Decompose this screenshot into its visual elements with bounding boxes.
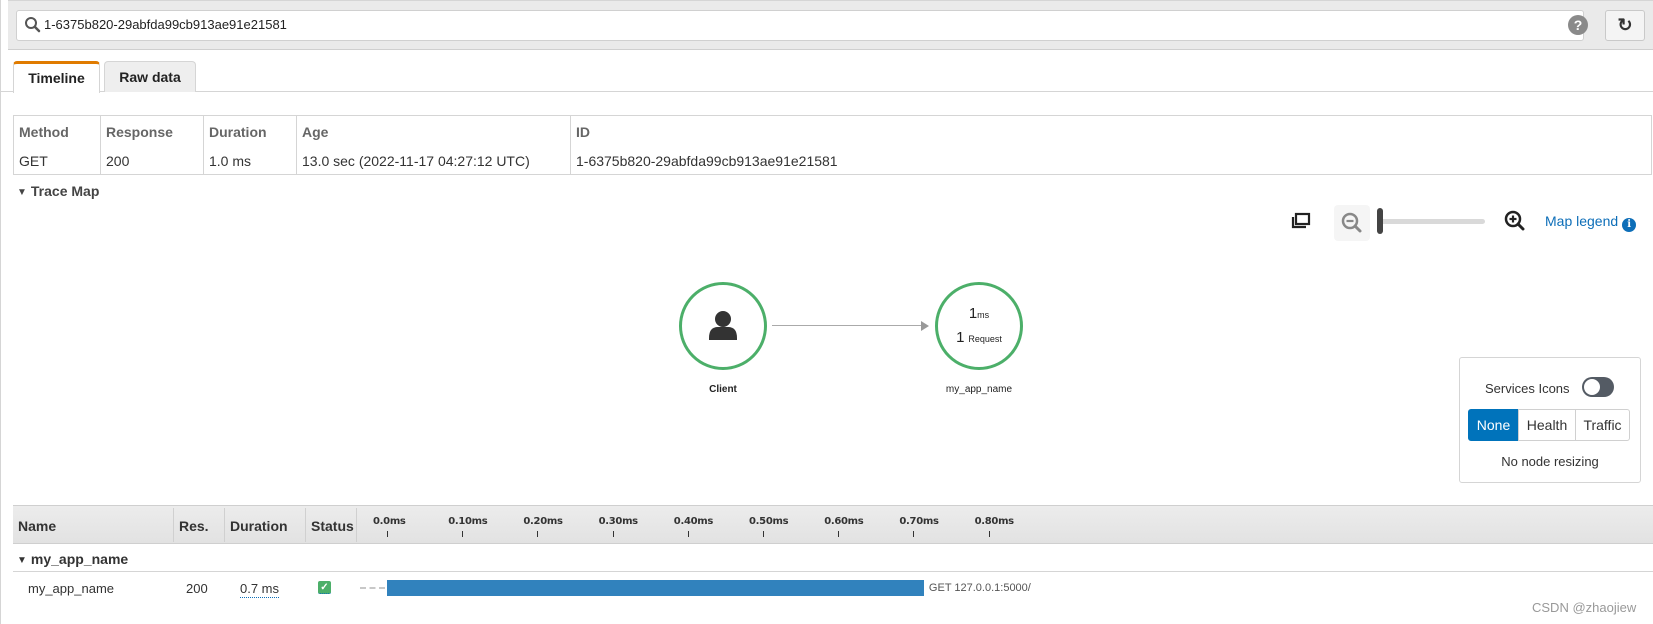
map-legend-link[interactable]: Map legend i xyxy=(1545,213,1637,232)
watermark: CSDN @zhaojiew xyxy=(1532,600,1637,615)
map-node-client[interactable] xyxy=(679,282,767,370)
requests-unit: Request xyxy=(968,334,1002,344)
page-border xyxy=(0,0,1,624)
trace-map-toggle[interactable]: ▼ Trace Map xyxy=(17,183,99,199)
summary-col-duration: Duration 1.0 ms xyxy=(203,116,296,174)
node-requests: 1 Request xyxy=(938,329,1020,346)
summary-header: Method xyxy=(19,124,69,140)
summary-col-age: Age 13.0 sec (2022-11-17 04:27:12 UTC) xyxy=(296,116,570,174)
toggle-knob xyxy=(1584,379,1600,395)
summary-value: 1.0 ms xyxy=(209,153,252,169)
tick-label: 0.10ms xyxy=(448,516,488,527)
summary-value: 1-6375b820-29abfda99cb913ae91e21581 xyxy=(576,153,838,169)
summary-col-response: Response 200 xyxy=(100,116,203,174)
node-label-client: Client xyxy=(709,384,737,395)
map-legend-label: Map legend xyxy=(1545,213,1619,229)
caret-down-icon: ▼ xyxy=(17,187,27,198)
fit-to-screen-icon[interactable] xyxy=(1290,210,1312,232)
tick-mark xyxy=(612,531,614,537)
summary-col-method: Method GET xyxy=(14,116,100,174)
col-divider xyxy=(305,508,306,542)
tick-mark xyxy=(462,531,464,537)
segment-response: 200 xyxy=(186,581,208,596)
summary-header: ID xyxy=(576,124,590,140)
tick-mark xyxy=(387,531,388,537)
tick-mark xyxy=(838,531,840,537)
summary-header: Age xyxy=(302,124,329,140)
col-header-name[interactable]: Name xyxy=(18,518,56,534)
col-header-res[interactable]: Res. xyxy=(179,518,209,534)
map-edge-line[interactable] xyxy=(772,325,922,326)
segment-bar[interactable] xyxy=(387,580,924,596)
zoom-slider-handle[interactable] xyxy=(1377,208,1383,234)
resize-option-none[interactable]: None xyxy=(1468,409,1519,441)
segment-bar-label: GET 127.0.0.1:5000/ xyxy=(928,582,1031,594)
tick-mark xyxy=(988,531,990,537)
map-node-my-app-name[interactable]: 1ms 1 Request xyxy=(935,282,1023,370)
tick-label: 0.70ms xyxy=(899,516,939,527)
col-divider xyxy=(356,508,357,542)
col-header-duration[interactable]: Duration xyxy=(230,518,288,534)
tick-mark xyxy=(537,531,539,537)
tick-label: 0.20ms xyxy=(523,516,563,527)
resize-option-health[interactable]: Health xyxy=(1518,409,1576,441)
refresh-button[interactable]: ↻ xyxy=(1605,10,1645,41)
tab-timeline[interactable]: Timeline xyxy=(13,61,100,93)
search-icon xyxy=(25,17,41,33)
group-divider xyxy=(13,571,1653,572)
segment-name[interactable]: my_app_name xyxy=(28,581,114,596)
status-ok-icon[interactable]: ✓ xyxy=(318,581,331,594)
summary-value: 200 xyxy=(106,153,130,169)
summary-header: Response xyxy=(106,124,173,140)
resize-note: No node resizing xyxy=(1501,454,1599,469)
requests-value: 1 xyxy=(956,329,965,346)
summary-value: 13.0 sec (2022-11-17 04:27:12 UTC) xyxy=(302,153,530,169)
zoom-out-button[interactable] xyxy=(1334,205,1370,241)
services-icons-label: Services Icons xyxy=(1485,381,1570,396)
tick-label: 0.50ms xyxy=(749,516,789,527)
tick-label: 0.30ms xyxy=(598,516,639,527)
tab-raw-data[interactable]: Raw data xyxy=(104,61,196,92)
segment-offset-dash xyxy=(360,587,385,589)
col-divider xyxy=(224,508,225,542)
latency-value: 1 xyxy=(968,305,978,322)
tabs-divider xyxy=(0,91,1653,92)
question-circle-icon[interactable]: ? xyxy=(1568,15,1588,35)
col-header-status[interactable]: Status xyxy=(311,518,354,534)
timeline-header: Name Res. Duration Status 0.0ms 0.10ms 0.2… xyxy=(13,505,1653,544)
arrow-icon xyxy=(921,321,929,331)
tick-label: 0.60ms xyxy=(824,516,864,527)
search-input-value[interactable]: 1-6375b820-29abfda99cb913ae91e21581 xyxy=(44,17,287,32)
tick-label: 0.80ms xyxy=(974,516,1015,527)
summary-col-id: ID 1-6375b820-29abfda99cb913ae91e21581 xyxy=(570,116,1650,174)
trace-summary-table: Method GET Response 200 Duration 1.0 ms … xyxy=(13,115,1652,175)
resize-option-traffic[interactable]: Traffic xyxy=(1575,409,1630,441)
services-panel: Services Icons None Health Traffic No no… xyxy=(1459,357,1641,483)
group-toggle-my-app-name[interactable]: ▼ my_app_name xyxy=(17,551,128,567)
node-label-my-app-name: my_app_name xyxy=(945,384,1013,395)
user-icon xyxy=(709,311,737,340)
trace-map-label: Trace Map xyxy=(30,183,100,199)
segment-duration[interactable]: 0.7 ms xyxy=(240,581,280,598)
group-name: my_app_name xyxy=(30,551,129,567)
node-latency: 1ms xyxy=(938,305,1020,322)
tick-mark xyxy=(913,531,915,537)
col-divider xyxy=(173,508,174,542)
summary-value: GET xyxy=(19,153,48,169)
tick-mark xyxy=(763,531,764,537)
tick-label: 0.0ms xyxy=(373,516,406,527)
zoom-in-icon[interactable] xyxy=(1502,208,1528,234)
tick-label: 0.40ms xyxy=(673,516,714,527)
tick-mark xyxy=(687,531,689,537)
refresh-icon: ↻ xyxy=(1617,15,1633,35)
latency-unit: ms xyxy=(977,310,990,320)
info-icon: i xyxy=(1622,218,1637,232)
summary-header: Duration xyxy=(209,124,267,140)
zoom-slider-track[interactable] xyxy=(1380,219,1485,224)
services-icons-toggle[interactable] xyxy=(1582,377,1614,397)
caret-down-icon: ▼ xyxy=(17,555,27,566)
zoom-out-icon xyxy=(1341,212,1362,233)
